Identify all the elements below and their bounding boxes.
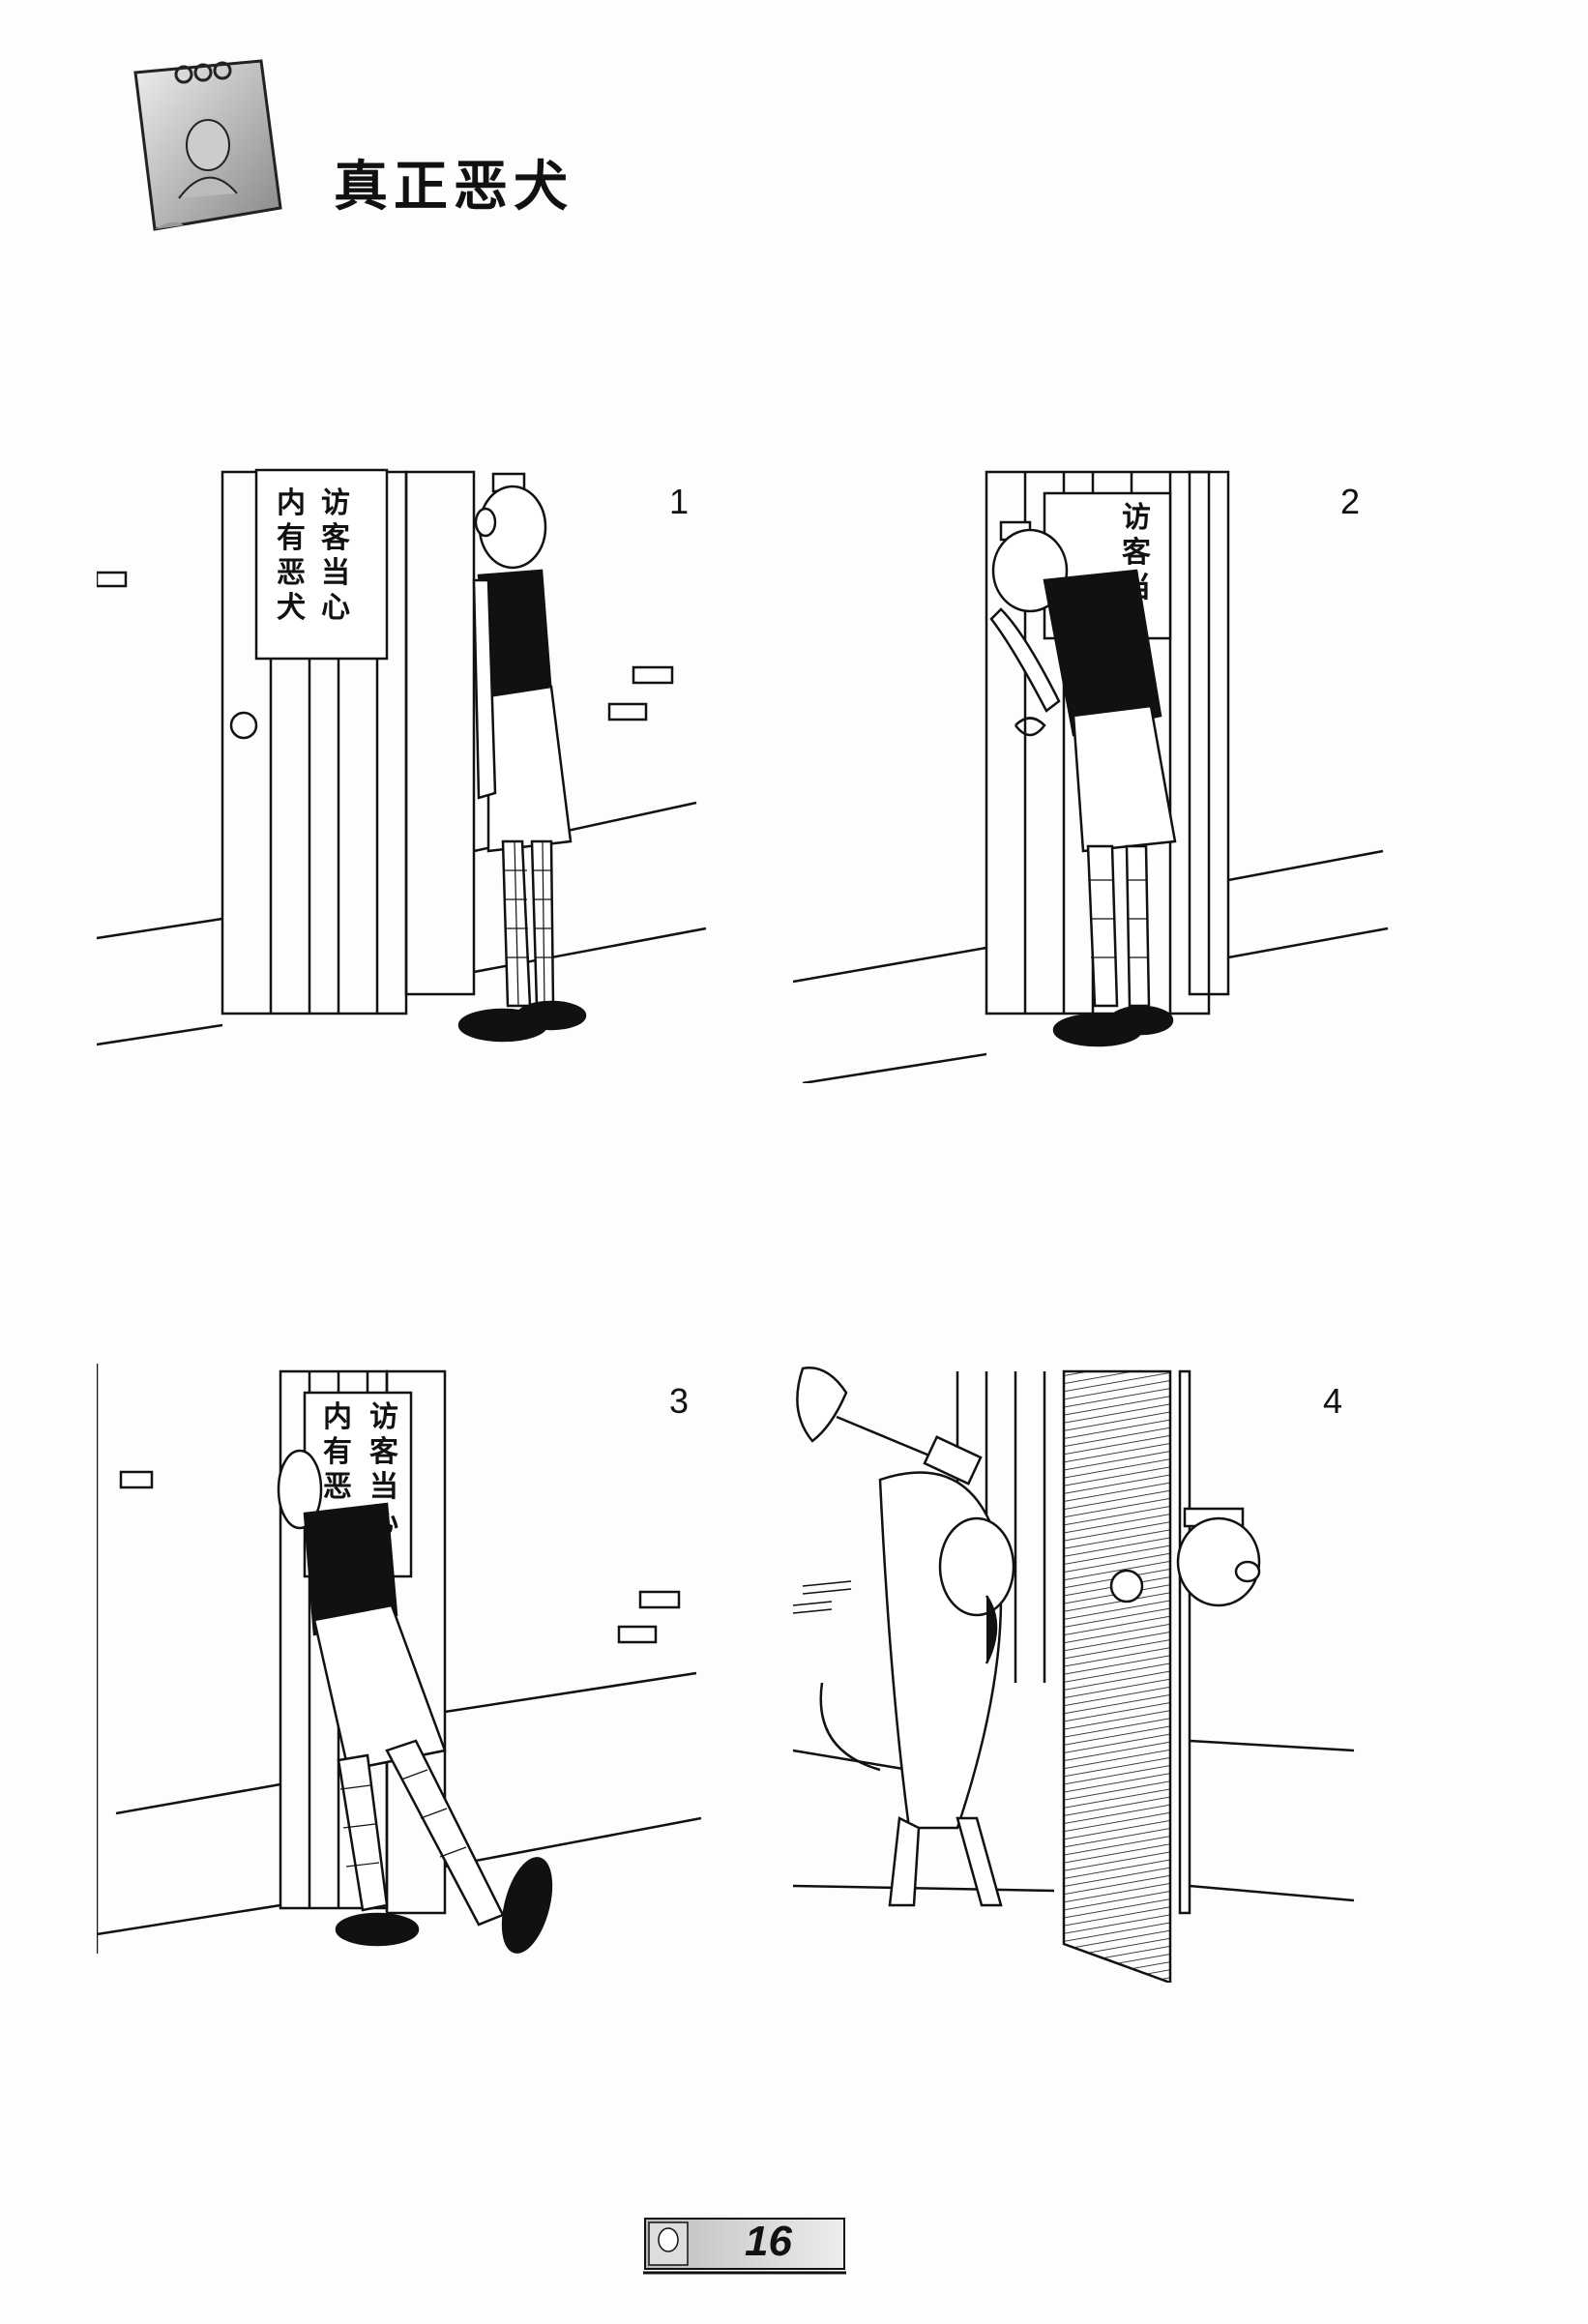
comic-panel-3: 访客当心 内有恶 3 [97, 1364, 725, 1983]
comic-panel-4: 4 [774, 1364, 1383, 1983]
panel-2-number: 2 [1340, 482, 1361, 521]
panel-1-drawing: 访客当心 内有恶犬 [97, 468, 707, 1046]
panel-1-number: 1 [669, 482, 690, 521]
panel-3-sign-line-2: 内有恶 [323, 1400, 352, 1504]
page-title: 真正恶犬 [334, 156, 573, 219]
panel-2-drawing: 访客当 [793, 470, 1389, 1083]
panel-1-sign-line-2: 内有恶犬 [277, 486, 306, 625]
panel-3-number: 3 [669, 1381, 690, 1421]
calendar-icon [116, 53, 290, 237]
comic-page: 真正恶犬 访客当心 内有恶犬 1 访客 2 访客当 内有恶 3 4 16 [0, 0, 1588, 2324]
panel-4-number: 4 [1323, 1381, 1343, 1421]
panel-3-drawing: 访客当心 内有恶 [97, 1364, 702, 1954]
comic-panel-1: 访客当心 内有恶犬 1 [97, 464, 725, 1083]
panel-4-drawing [792, 1367, 1355, 1983]
panel-1-sign-line-1: 访客当心 [321, 486, 350, 625]
comic-panel-2: 访客当 2 [793, 464, 1393, 1083]
page-number: 16 [745, 2218, 792, 2265]
